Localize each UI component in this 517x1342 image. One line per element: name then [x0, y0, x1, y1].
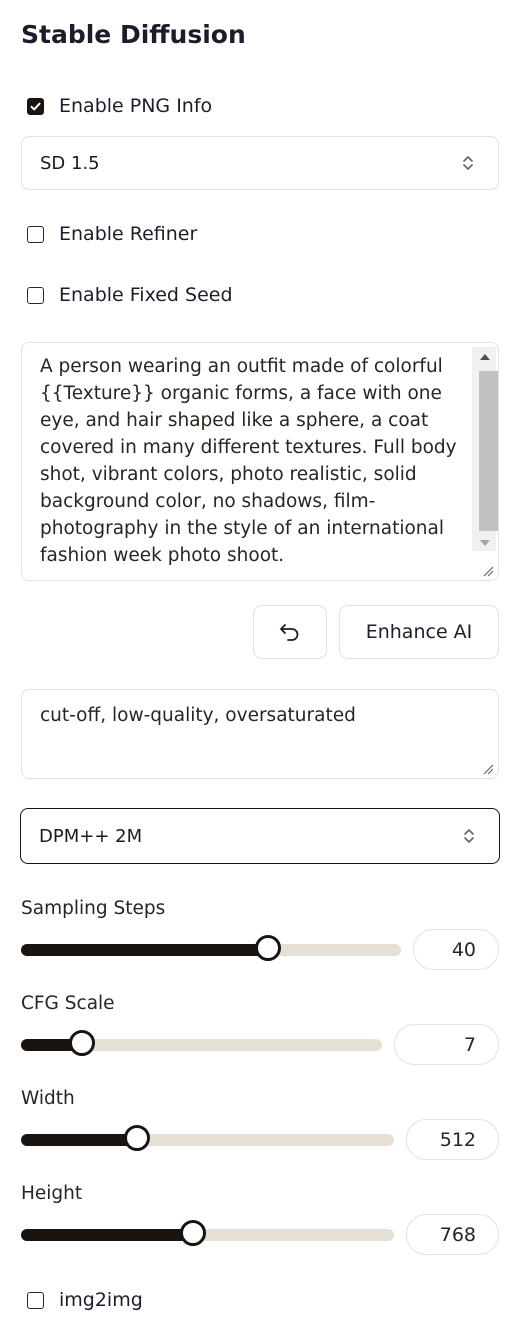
- sampler-select-value: DPM++ 2M: [39, 825, 143, 847]
- img2img-checkbox[interactable]: [27, 1292, 44, 1309]
- enable-fixed-seed-label: Enable Fixed Seed: [59, 284, 233, 306]
- scroll-up-icon[interactable]: [480, 353, 490, 361]
- select-chevron-icon: [464, 829, 474, 843]
- model-select[interactable]: SD 1.5: [21, 136, 499, 190]
- width-label: Width: [21, 1088, 75, 1109]
- enable-fixed-seed-checkbox[interactable]: [27, 287, 44, 304]
- prompt-text: A person wearing an outfit made of color…: [40, 356, 457, 566]
- prompt-scrollbar[interactable]: [472, 347, 498, 551]
- slider-fill: [21, 944, 274, 956]
- resize-handle-icon[interactable]: [482, 565, 494, 577]
- enable-png-info-checkbox[interactable]: [27, 98, 44, 115]
- select-chevron-icon: [463, 156, 473, 170]
- undo-button[interactable]: [253, 605, 327, 659]
- img2img-label: img2img: [59, 1289, 143, 1311]
- cfg-scale-slider[interactable]: [21, 1030, 382, 1056]
- prompt-textarea[interactable]: A person wearing an outfit made of color…: [21, 342, 499, 581]
- panel-title: Stable Diffusion: [21, 20, 246, 49]
- model-select-value: SD 1.5: [40, 152, 100, 174]
- scroll-down-icon[interactable]: [480, 539, 490, 547]
- height-label: Height: [21, 1183, 83, 1204]
- slider-knob[interactable]: [69, 1030, 96, 1056]
- height-input[interactable]: 768: [406, 1214, 499, 1255]
- negative-prompt-text: cut-off, low-quality, oversaturated: [40, 705, 356, 726]
- sampling-steps-slider[interactable]: [21, 935, 401, 961]
- slider-knob[interactable]: [179, 1220, 206, 1246]
- enhance-ai-button[interactable]: Enhance AI: [339, 605, 499, 659]
- resize-handle-icon[interactable]: [482, 763, 494, 775]
- height-slider[interactable]: [21, 1220, 394, 1246]
- sampling-steps-input[interactable]: 40: [413, 929, 499, 970]
- slider-fill: [21, 1229, 199, 1241]
- cfg-scale-input[interactable]: 7: [394, 1024, 499, 1065]
- scrollbar-thumb[interactable]: [479, 371, 498, 531]
- enable-refiner-checkbox[interactable]: [27, 226, 44, 243]
- cfg-scale-label: CFG Scale: [21, 993, 115, 1014]
- width-slider[interactable]: [21, 1125, 394, 1151]
- slider-knob[interactable]: [255, 935, 281, 961]
- sampler-select[interactable]: DPM++ 2M: [20, 808, 500, 864]
- enable-refiner-label: Enable Refiner: [59, 223, 198, 245]
- undo-icon: [280, 624, 299, 641]
- enable-png-info-label: Enable PNG Info: [59, 95, 213, 117]
- width-input[interactable]: 512: [406, 1119, 499, 1160]
- checkbox-checked-icon[interactable]: [27, 98, 44, 115]
- slider-knob[interactable]: [123, 1125, 150, 1151]
- sampling-steps-label: Sampling Steps: [21, 898, 166, 919]
- negative-prompt-textarea[interactable]: cut-off, low-quality, oversaturated: [21, 689, 499, 779]
